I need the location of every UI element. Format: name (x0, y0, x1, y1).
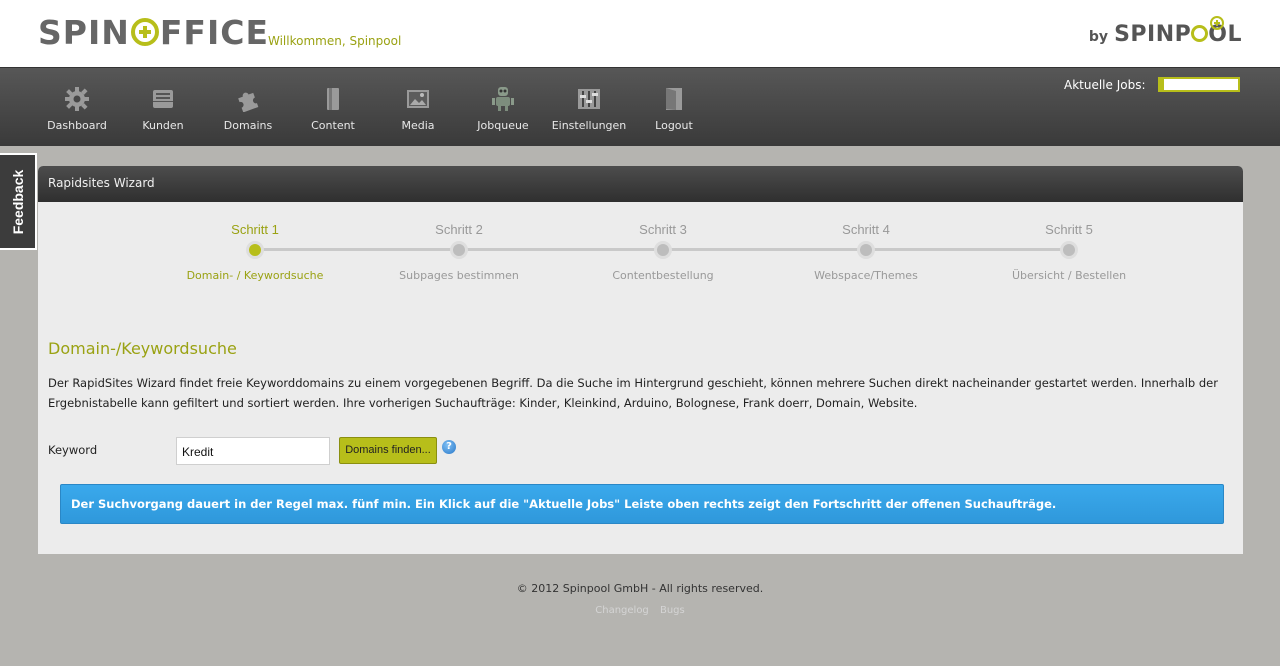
sliders-icon (578, 89, 600, 109)
nav-item-domains[interactable]: Domains (206, 68, 290, 147)
wizard-description: Der RapidSites Wizard findet freie Keywo… (48, 376, 1218, 410)
step-subtitle: Webspace/Themes (814, 269, 918, 282)
find-domains-button[interactable]: Domains finden... (339, 437, 437, 464)
step-2[interactable]: Schritt 2 Subpages bestimmen (379, 222, 539, 282)
step-name: Schritt 1 (231, 222, 279, 237)
step-3[interactable]: Schritt 3 Contentbestellung (583, 222, 743, 282)
image-icon (407, 90, 429, 108)
keyword-label: Keyword (48, 443, 98, 457)
nav-label: Content (311, 119, 355, 132)
section-title: Domain-/Keywordsuche (48, 339, 237, 358)
spinoffice-logo[interactable]: SPIN FFICE (38, 12, 269, 52)
changelog-link[interactable]: Changelog (595, 605, 649, 616)
nav-item-einstellungen[interactable]: Einstellungen (547, 68, 631, 147)
nav-label: Jobqueue (477, 119, 529, 132)
nav-label: Media (401, 119, 435, 132)
step-1[interactable]: Schritt 1 Domain- / Keywordsuche (175, 222, 335, 282)
step-dot (654, 241, 672, 259)
info-text: Der Suchvorgang dauert in der Regel max.… (71, 497, 1057, 511)
document-icon (327, 88, 339, 110)
step-subtitle: Domain- / Keywordsuche (186, 269, 324, 282)
main-nav: Dashboard Kunden Domains Content Media J… (0, 67, 1280, 146)
by-label: by (1088, 29, 1109, 45)
step-name: Schritt 4 (842, 222, 890, 237)
logo-text-left: SPIN (38, 12, 130, 52)
wizard-title: Rapidsites Wizard (48, 176, 155, 190)
gear-icon (65, 87, 89, 111)
welcome-text: Willkommen, Spinpool (268, 34, 402, 48)
nav-label: Dashboard (47, 119, 107, 132)
logo-text-right: FFICE (159, 12, 269, 52)
jobs-progress-bar[interactable] (1158, 77, 1240, 92)
wizard-panel: Rapidsites Wizard Schritt 1 Domain- / Ke… (38, 166, 1243, 554)
nav-item-content[interactable]: Content (291, 68, 375, 147)
nav-item-kunden[interactable]: Kunden (121, 68, 205, 147)
step-4[interactable]: Schritt 4 Webspace/Themes (786, 222, 946, 282)
step-subtitle: Übersicht / Bestellen (1011, 269, 1127, 282)
step-name: Schritt 5 (1045, 222, 1093, 237)
step-dot-active (246, 241, 264, 259)
bugs-link[interactable]: Bugs (660, 605, 685, 616)
step-name: Schritt 2 (435, 222, 483, 237)
by-brand-left: SPINP (1114, 22, 1192, 47)
brand-o-icon (1191, 25, 1209, 42)
top-header: SPIN FFICE Willkommen, Spinpool by SPINP… (0, 0, 1280, 67)
nav-label: Kunden (142, 119, 184, 132)
nav-item-jobqueue[interactable]: Jobqueue (461, 68, 545, 147)
nav-label: Domains (223, 119, 273, 132)
info-box: Der Suchvorgang dauert in der Regel max.… (60, 484, 1224, 524)
by-spinpool-logo: by SPINP OL (1088, 16, 1242, 47)
feedback-label: Feedback (9, 169, 26, 234)
feedback-tab[interactable]: Feedback (0, 153, 37, 250)
footer-links: Changelog Bugs (0, 605, 1280, 616)
step-dot (857, 241, 875, 259)
robot-icon (492, 87, 514, 111)
keyword-input[interactable]: Kredit (176, 437, 330, 465)
nav-label: Einstellungen (551, 119, 627, 132)
logo-plus-icon (130, 18, 159, 46)
footer-copyright: © 2012 Spinpool GmbH - All rights reserv… (516, 582, 764, 595)
nav-item-dashboard[interactable]: Dashboard (35, 68, 119, 147)
wizard-panel-header (38, 166, 1243, 202)
step-subtitle: Contentbestellung (612, 269, 714, 282)
jobs-label: Aktuelle Jobs: (1064, 78, 1146, 92)
jobs-progress-fill (1160, 79, 1164, 90)
step-subtitle: Subpages bestimmen (399, 269, 519, 282)
nav-item-media[interactable]: Media (376, 68, 460, 147)
help-icon[interactable]: ? (442, 440, 456, 454)
inbox-icon (153, 90, 173, 108)
door-icon (666, 88, 682, 110)
puzzle-icon (238, 92, 259, 112)
step-dot (1060, 241, 1078, 259)
nav-item-logout[interactable]: Logout (632, 68, 716, 147)
step-dot (450, 241, 468, 259)
step-name: Schritt 3 (639, 222, 687, 237)
nav-label: Logout (655, 119, 693, 132)
brand-plus-icon (1210, 16, 1224, 30)
step-5[interactable]: Schritt 5 Übersicht / Bestellen (989, 222, 1149, 282)
